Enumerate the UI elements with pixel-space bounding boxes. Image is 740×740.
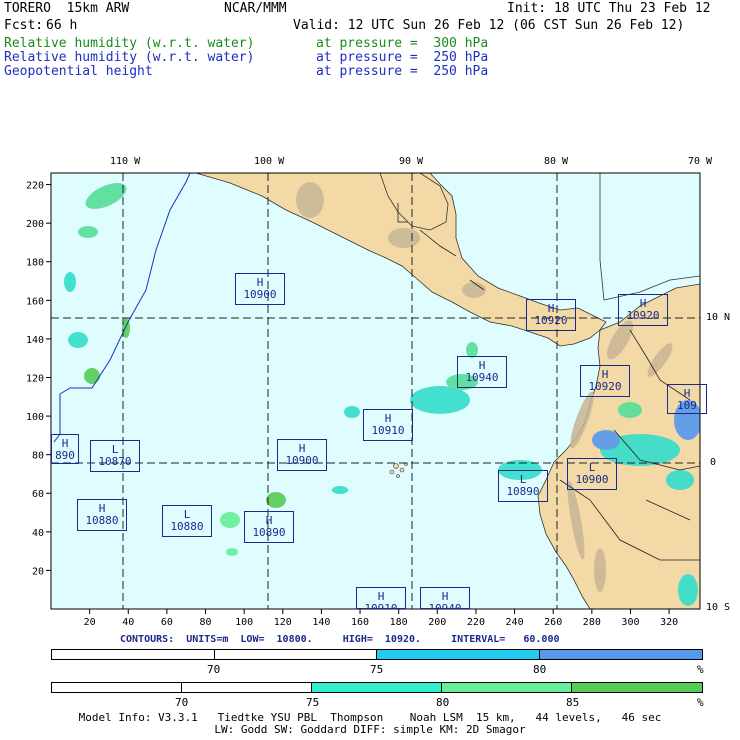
x-tick-label: 220 <box>467 617 485 628</box>
x-tick-label: 300 <box>621 617 639 628</box>
x-tick-label: 260 <box>544 617 562 628</box>
high-center-box: H 10880 <box>77 499 127 531</box>
contour-info: CONTOURS: UNITS=m LOW= 10800. HIGH= 1092… <box>120 634 560 645</box>
center-value: 10920 <box>588 380 622 393</box>
y-tick-label: 120 <box>26 373 44 384</box>
high-center-box: H 10920 <box>580 365 630 397</box>
y-tick-label: 200 <box>26 219 44 230</box>
center-value: 10900 <box>285 454 319 467</box>
center-value: 10940 <box>465 371 499 384</box>
center-value: 10920 <box>626 309 660 322</box>
rh250-bin-3 <box>377 650 540 659</box>
rh300-label-pct: % <box>697 696 704 709</box>
model-info-line2: LW: Godd SW: Goddard DIFF: simple KM: 2D… <box>214 723 526 736</box>
center-value: 10900 <box>243 288 277 301</box>
center-value: 10890 <box>506 485 540 498</box>
y-tick-label: 40 <box>32 528 44 539</box>
high-center-box: H 10890 <box>244 511 294 543</box>
rh300-colorbar <box>51 682 703 693</box>
y-tick-label: 220 <box>26 181 44 192</box>
rh300-bin-1 <box>52 683 182 692</box>
x-tick-label: 280 <box>583 617 601 628</box>
y-tick-label: 60 <box>32 489 44 500</box>
center-value: 890 <box>55 449 75 462</box>
x-tick-label: 100 <box>235 617 253 628</box>
low-center-box: L 10870 <box>90 440 140 472</box>
center-value: 10910 <box>371 424 405 437</box>
center-value: 10940 <box>428 602 462 609</box>
rh300-label-80: 80 <box>436 696 450 709</box>
rh250-label-75: 75 <box>370 663 384 676</box>
center-value: 10890 <box>252 526 286 539</box>
rh300-bin-2 <box>181 683 313 692</box>
high-center-box: H 10920 <box>618 294 668 326</box>
rh250-label-70: 70 <box>207 663 221 676</box>
high-center-box: H 109 <box>667 384 707 414</box>
y-tick-label: 180 <box>26 258 44 269</box>
x-tick-label: 80 <box>200 617 212 628</box>
x-tick-label: 120 <box>274 617 292 628</box>
x-tick-label: 200 <box>428 617 446 628</box>
high-center-box: H 10940 <box>457 356 507 388</box>
x-tick-label: 140 <box>312 617 330 628</box>
rh300-label-75: 75 <box>306 696 320 709</box>
rh250-bin-2 <box>214 650 377 659</box>
rh300-bin-4 <box>441 683 573 692</box>
rh300-label-85: 85 <box>566 696 580 709</box>
y-tick-label: 100 <box>26 412 44 423</box>
center-value: 10870 <box>98 455 132 468</box>
high-center-box: H 890 <box>51 434 79 464</box>
center-value: 10900 <box>575 473 609 486</box>
center-value: 10880 <box>170 520 204 533</box>
rh250-bin-4 <box>539 650 702 659</box>
rh250-label-80: 80 <box>533 663 547 676</box>
high-center-box: H 10900 <box>277 439 327 471</box>
center-value: 109 <box>677 399 697 412</box>
rh250-label-pct: % <box>697 663 704 676</box>
y-tick-label: 20 <box>32 566 44 577</box>
y-tick-label: 140 <box>26 335 44 346</box>
rh250-colorbar <box>51 649 703 660</box>
rh250-bin-1 <box>52 650 215 659</box>
x-axis-ticks: 20 40 60 80 100 120 140 160 180 200 220 240 260 280 30… <box>84 609 678 628</box>
high-center-box: H 10940 <box>420 587 470 609</box>
center-value: 10880 <box>85 514 119 527</box>
rh300-bin-3 <box>312 683 442 692</box>
rh300-bin-5 <box>572 683 702 692</box>
x-tick-label: 240 <box>506 617 524 628</box>
rh300-label-70: 70 <box>175 696 189 709</box>
x-tick-label: 20 <box>84 617 96 628</box>
x-tick-label: 180 <box>390 617 408 628</box>
low-center-box: L 10890 <box>498 470 548 502</box>
high-center-box: H 10910 <box>363 409 413 441</box>
center-value: 10920 <box>534 314 568 327</box>
x-tick-label: 40 <box>122 617 134 628</box>
center-value: 10910 <box>364 602 398 609</box>
y-axis-ticks: 220 200 180 160 140 120 100 80 60 40 20 <box>26 181 51 577</box>
x-tick-label: 60 <box>161 617 173 628</box>
high-center-box: H 10900 <box>235 273 285 305</box>
y-tick-label: 80 <box>32 451 44 462</box>
x-tick-label: 320 <box>660 617 678 628</box>
low-center-box: L 10900 <box>567 458 617 490</box>
high-center-box: H 10920 <box>526 299 576 331</box>
y-tick-label: 160 <box>26 296 44 307</box>
low-center-box: L 10880 <box>162 505 212 537</box>
high-center-box: H 10910 <box>356 587 406 609</box>
x-tick-label: 160 <box>351 617 369 628</box>
